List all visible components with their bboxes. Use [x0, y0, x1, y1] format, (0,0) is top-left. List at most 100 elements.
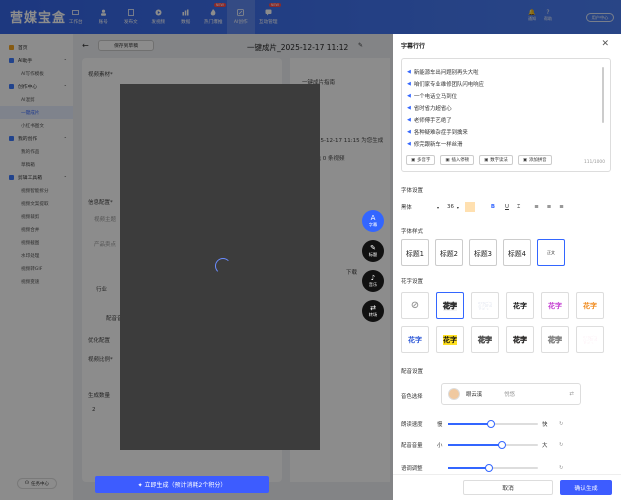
effect-option[interactable]: 花字	[541, 326, 569, 353]
effect-option[interactable]: 花字	[436, 292, 464, 319]
subtitle-tool-label: 插入停顿	[451, 158, 470, 163]
subtitle-line[interactable]: ◀ 咱们家专业维修团队闪电响应	[402, 78, 610, 90]
speed-max: 快	[542, 422, 548, 428]
edit-toolbar: A 字幕 ✎ 标题 ♪ 音乐 ⇄ 转场	[362, 210, 384, 322]
transition-tool[interactable]: ⇄ 转场	[362, 300, 384, 322]
subtitle-line[interactable]: ◀ 省时省力超省心	[402, 102, 610, 114]
slider-knob[interactable]	[485, 464, 494, 472]
effect-option[interactable]: 花字	[436, 326, 464, 353]
subtitle-tool-label: 数字读法	[490, 158, 508, 163]
subtitle-line-text: 省时省力超省心	[413, 106, 452, 112]
effect-text: 花字	[408, 335, 422, 344]
align-left-icon[interactable]: ≡	[534, 204, 539, 210]
subtitle-line[interactable]: ◀ 修完跟新车一样丝滑	[402, 138, 610, 150]
voice-choose-label: 音色选择	[401, 394, 423, 400]
subtitle-tool-button[interactable]: ▣ 添加拼音	[517, 155, 552, 165]
speaker-icon: ◀	[407, 69, 411, 75]
subtitle-tool-button[interactable]: ▣ 数字读法	[479, 155, 513, 165]
subtitle-line-text: 一个电话立马到位	[413, 94, 457, 100]
style-option[interactable]: 正文	[537, 239, 565, 266]
subtitle-tool-label: 多音字	[417, 158, 431, 163]
slider-knob[interactable]	[487, 420, 496, 428]
generate-label: ✦ 立即生成（预计消耗2个积分）	[137, 482, 227, 489]
font-color-swatch[interactable]	[464, 202, 475, 212]
prohibit-icon: ⊘	[410, 300, 420, 311]
style-section-title: 字体样式	[401, 229, 424, 235]
speaker-icon: ◀	[407, 93, 411, 99]
volume-label: 配音音量	[401, 443, 423, 449]
align-right-icon[interactable]: ≡	[559, 204, 564, 210]
effect-option[interactable]: 花字	[401, 326, 429, 353]
effect-option[interactable]: 花字	[576, 292, 604, 319]
generate-button[interactable]: ✦ 立即生成（预计消耗2个积分）	[95, 476, 269, 493]
pinyin-icon: ▣	[522, 157, 527, 163]
voice-name: 眼云溪	[466, 392, 483, 398]
align-center-icon[interactable]: ≡	[547, 204, 552, 210]
speed-label: 朗读速度	[401, 422, 423, 428]
tool-label: 标题	[368, 251, 378, 257]
slider-knob[interactable]	[498, 441, 506, 449]
effect-option[interactable]: 花字	[506, 326, 534, 353]
abc-icon: ▣	[411, 157, 416, 163]
chevron-down-icon: ▾	[456, 204, 459, 210]
tool-label: 字幕	[368, 221, 378, 227]
reset-icon[interactable]: ↻	[559, 421, 564, 427]
subtitle-line[interactable]: ◀ 各种疑难杂症手到擒来	[402, 126, 610, 138]
style-option[interactable]: 标题3	[469, 239, 497, 266]
close-icon[interactable]: ✕	[601, 39, 609, 49]
underline-icon[interactable]: U	[505, 204, 509, 210]
speaker-icon: ◀	[407, 129, 411, 135]
pause-icon: ▣	[445, 157, 450, 163]
speed-slider[interactable]	[448, 420, 538, 428]
font-size-select[interactable]: 36	[447, 204, 454, 210]
pitch-slider[interactable]	[448, 464, 538, 472]
char-count: 111/1000	[583, 160, 605, 165]
tool-label: 音乐	[368, 281, 378, 287]
style-option[interactable]: 标题1	[401, 239, 429, 266]
music-tool[interactable]: ♪ 音乐	[362, 270, 384, 292]
reset-icon[interactable]: ↻	[559, 465, 564, 471]
reset-icon[interactable]: ↻	[559, 442, 564, 448]
title-tool[interactable]: ✎ 标题	[362, 240, 384, 262]
subtitle-line[interactable]: ◀ 老师傅手艺绝了	[402, 114, 610, 126]
style-option[interactable]: 标题2	[435, 239, 463, 266]
scrollbar[interactable]	[602, 67, 604, 123]
effect-option[interactable]: 花字	[576, 326, 604, 353]
speed-slider-row: 朗读速度 慢 快 ↻	[401, 418, 607, 430]
effect-text: 花字	[443, 300, 457, 311]
effect-option[interactable]: 花字	[471, 326, 499, 353]
panel-header: 字幕行行	[401, 43, 426, 50]
effect-option[interactable]: 花字	[541, 292, 569, 319]
effect-option[interactable]: 花字	[506, 292, 534, 319]
subtitle-line-text: 新能源车出问题别再头大啦	[413, 70, 479, 76]
cancel-button[interactable]: 取消	[463, 480, 553, 495]
avatar	[448, 388, 460, 400]
subtitle-line[interactable]: ◀ 新能源车出问题别再头大啦	[402, 66, 610, 78]
style-option[interactable]: 标题4	[503, 239, 531, 266]
loading-spinner	[215, 258, 231, 274]
style-options: 标题1 标题2 标题3 标题4 正文	[401, 239, 565, 266]
effect-text: 花字	[478, 301, 492, 310]
effect-text: 花字	[513, 335, 527, 344]
subtitle-tool-button[interactable]: ▣ 多音字	[406, 155, 436, 165]
volume-slider[interactable]	[448, 441, 538, 449]
font-select[interactable]: 黑体	[401, 203, 437, 211]
effect-section-title: 花字设置	[401, 279, 424, 285]
voice-selector[interactable]: 眼云溪 悦悠 ⇄	[441, 383, 581, 405]
subtitle-tool-button[interactable]: ▣ 插入停顿	[440, 155, 475, 165]
confirm-generate-button[interactable]: 确认生成	[560, 480, 612, 495]
subtitle-line[interactable]: ◀ 一个电话立马到位	[402, 90, 610, 102]
subtitle-tool[interactable]: A 字幕	[362, 210, 384, 232]
strikethrough-icon[interactable]: ⌶	[517, 204, 520, 211]
bold-icon[interactable]: B	[491, 204, 495, 210]
text-icon: A	[370, 213, 376, 222]
subtitle-tools: ▣ 多音字 ▣ 插入停顿 ▣ 数字读法 ▣ 添加拼音	[406, 155, 552, 165]
swap-icon[interactable]: ⇄	[569, 391, 574, 397]
no-effect-option[interactable]: ⊘	[401, 292, 429, 319]
subtitle-line-text: 咱们家专业维修团队闪电响应	[413, 82, 484, 88]
subtitle-panel: 字幕行行 ✕ ◀ 新能源车出问题别再头大啦 ◀ 咱们家专业维修团队闪电响应 ◀ 一个电话立…	[393, 34, 621, 500]
subtitle-lines-box[interactable]: ◀ 新能源车出问题别再头大啦 ◀ 咱们家专业维修团队闪电响应 ◀ 一个电话立马到位 ◀ 省时省…	[401, 58, 611, 172]
cancel-label: 取消	[502, 486, 514, 492]
effect-option[interactable]: 花字	[471, 292, 499, 319]
number-icon: ▣	[484, 157, 489, 163]
